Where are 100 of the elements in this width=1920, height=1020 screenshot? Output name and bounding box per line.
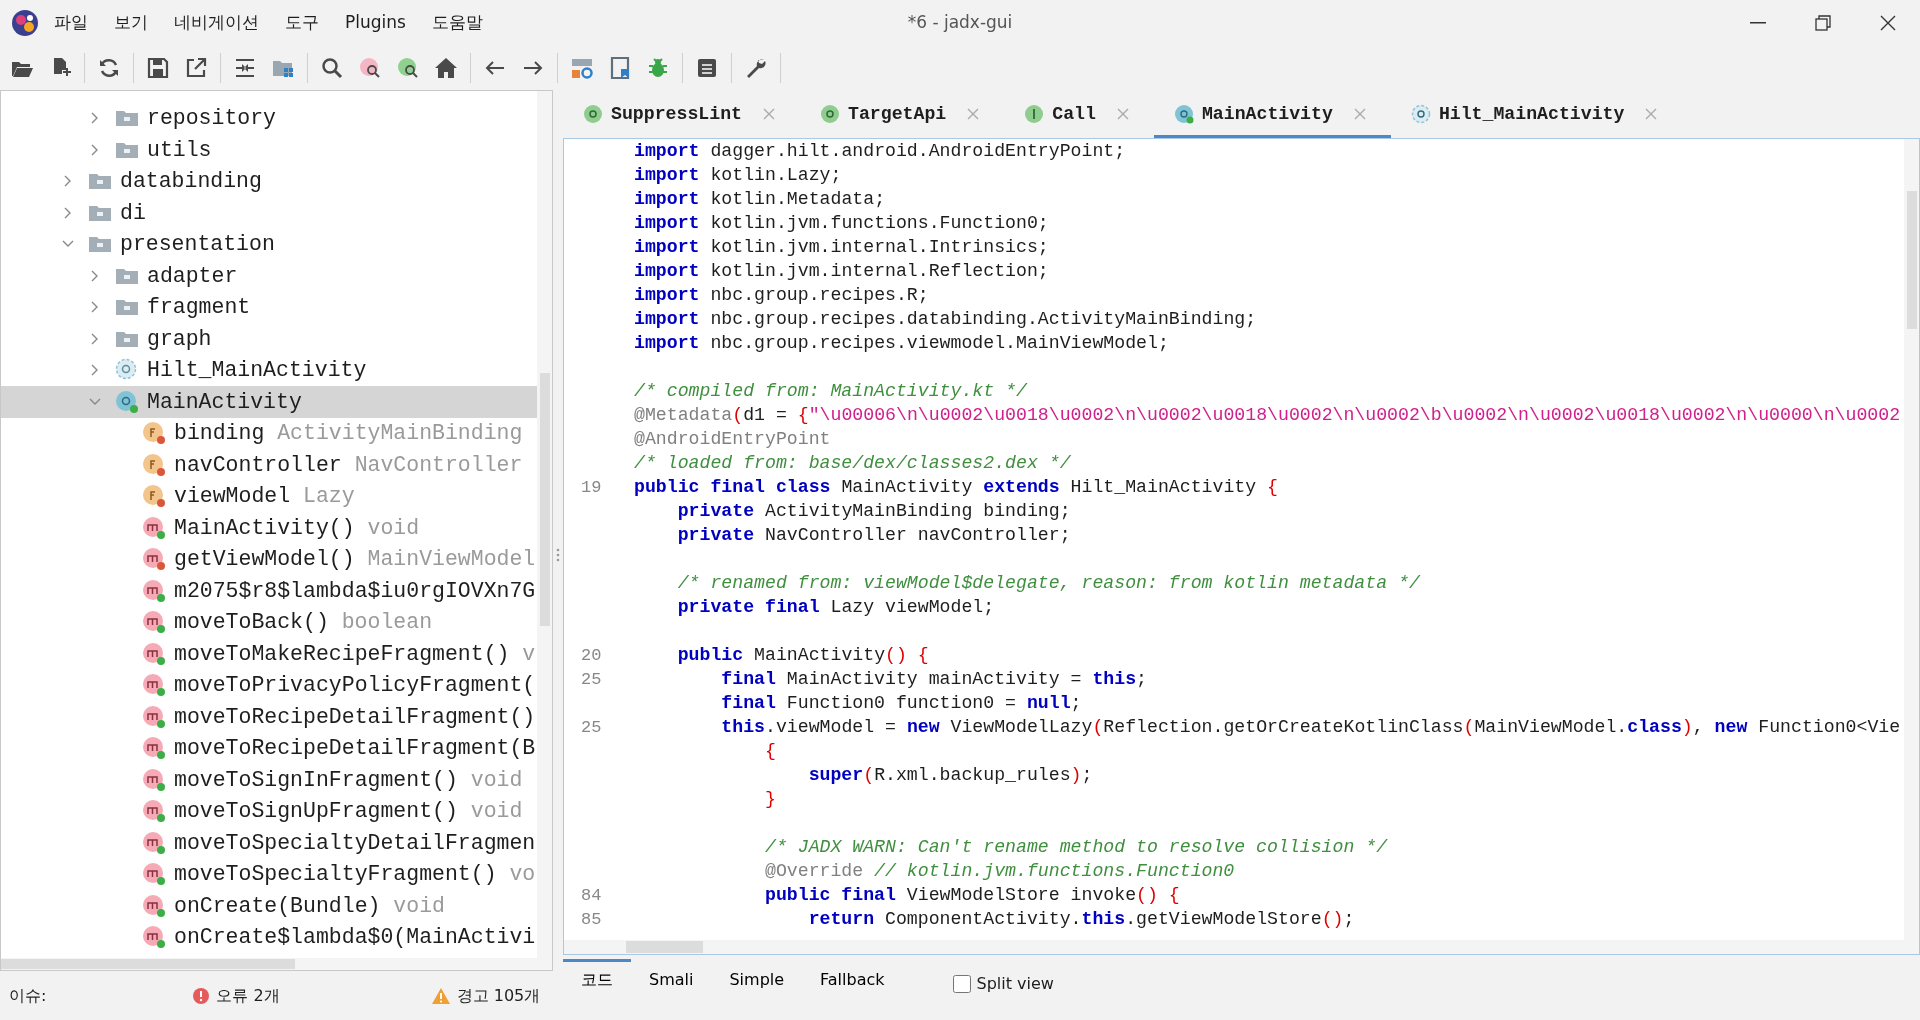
home-icon[interactable] bbox=[434, 55, 458, 80]
circle-search-icon[interactable] bbox=[396, 55, 420, 80]
file-tab[interactable]: SuppressLint bbox=[563, 90, 800, 138]
close-icon[interactable] bbox=[762, 107, 776, 121]
code-line: private ActivityMainBinding binding; bbox=[677, 500, 1071, 524]
tree-row[interactable]: MainActivity bbox=[1, 386, 537, 418]
tree-label: moveToSignUpFragment() bbox=[174, 798, 458, 826]
tree-row[interactable]: graph bbox=[1, 323, 537, 355]
view-tab[interactable]: Simple bbox=[711, 959, 803, 998]
close-icon[interactable] bbox=[1352, 107, 1367, 121]
tree-row[interactable]: adapter bbox=[1, 260, 537, 292]
circle-search-icon[interactable] bbox=[358, 55, 382, 80]
error-icon bbox=[192, 986, 211, 1005]
close-icon[interactable] bbox=[1644, 107, 1659, 121]
view-tab[interactable]: Smali bbox=[631, 959, 712, 998]
code-line: import dagger.hilt.android.AndroidEntryPoint; bbox=[634, 140, 1126, 164]
line-number: 25 bbox=[581, 669, 602, 692]
code-line: this.viewModel = new ViewModelLazy(Reflection.getOrCreateKotlinClass(MainViewModel.class), new Function0<Vie bbox=[721, 716, 1901, 740]
tree-row[interactable]: moveToMakeRecipeFragment() v bbox=[1, 638, 537, 670]
search-icon[interactable] bbox=[320, 55, 344, 80]
warning-icon bbox=[430, 986, 451, 1005]
code-line: @Metadata(d1 = {"\u00006\n\u0002\u0018\u0002\n\u0002\u0018\u0002\n\u0002\b\u0002\n\u0002\u0018\u0002\n\u0000\n\u0002 bbox=[634, 404, 1901, 428]
tree-row[interactable]: m2075$r8$lambda$iu0rgIOVXn7G bbox=[1, 575, 537, 607]
view-tab[interactable]: 코드 bbox=[563, 959, 631, 998]
tree-row[interactable]: moveToSpecialtyDetailFragmen bbox=[1, 827, 537, 859]
method-icon bbox=[142, 641, 166, 666]
member-type: ActivityMainBinding bbox=[277, 420, 523, 448]
view-tab[interactable]: Fallback bbox=[802, 959, 903, 998]
close-icon[interactable] bbox=[966, 107, 981, 121]
tree-row[interactable]: di bbox=[1, 197, 537, 229]
folder-icon bbox=[115, 108, 139, 129]
tree-row[interactable]: moveToSignInFragment() void bbox=[1, 764, 537, 796]
bug-icon[interactable] bbox=[646, 55, 670, 80]
line-number: 25 bbox=[581, 717, 602, 740]
close-icon[interactable] bbox=[1115, 107, 1130, 121]
tree-label: MainActivity() bbox=[174, 514, 355, 542]
file-tab[interactable]: Call bbox=[1004, 90, 1154, 138]
code-line: import kotlin.jvm.functions.Function0; bbox=[634, 212, 1049, 236]
error-count: 오류 2개 bbox=[216, 984, 280, 1007]
tree-row[interactable]: moveToSpecialtyFragment() vo bbox=[1, 858, 537, 890]
tree-label: adapter bbox=[147, 262, 238, 290]
member-type: v bbox=[522, 640, 536, 668]
tree-label: moveToBack() bbox=[174, 609, 329, 637]
code-line: private final Lazy viewModel; bbox=[677, 596, 995, 620]
tree-row[interactable]: moveToRecipeDetailFragment() bbox=[1, 701, 537, 733]
menu-item[interactable]: 네비게이션 bbox=[162, 5, 271, 40]
file-tab[interactable]: Hilt_MainActivity bbox=[1390, 90, 1683, 138]
window-title: *6 - jadx-gui bbox=[907, 10, 1013, 34]
tree-row[interactable]: getViewModel() MainViewModel bbox=[1, 543, 537, 575]
tree-row[interactable]: presentation bbox=[1, 228, 537, 260]
tree-row[interactable]: repository bbox=[1, 102, 537, 134]
checkbox-label: Split view bbox=[976, 972, 1054, 995]
tree-row[interactable]: viewModel Lazy bbox=[1, 480, 537, 512]
tree-label: moveToPrivacyPolicyFragment( bbox=[174, 672, 536, 700]
tree-row[interactable]: fragment bbox=[1, 291, 537, 323]
export-icon[interactable] bbox=[184, 55, 208, 80]
field-icon bbox=[142, 484, 166, 509]
tree-row[interactable]: navController NavController bbox=[1, 449, 537, 481]
menu-item[interactable]: Plugins bbox=[333, 5, 418, 40]
tree-row[interactable]: moveToBack() boolean bbox=[1, 606, 537, 638]
splitter-handle-icon[interactable] bbox=[556, 548, 560, 562]
file-tab[interactable]: TargetApi bbox=[800, 90, 1005, 138]
tree-row[interactable]: binding ActivityMainBinding bbox=[1, 417, 537, 449]
method-icon bbox=[142, 830, 166, 855]
issues-label: 이슈: bbox=[9, 984, 47, 1007]
menu-item[interactable]: 도움말 bbox=[419, 5, 495, 40]
tree-row[interactable]: Hilt_MainActivity bbox=[1, 354, 537, 386]
scrollbar-thumb[interactable] bbox=[540, 373, 550, 626]
tree-label: moveToSpecialtyFragment() bbox=[174, 861, 497, 889]
tree-row[interactable]: onCreate$lambda$0(MainActivi bbox=[1, 921, 537, 953]
member-type: NavController bbox=[354, 451, 523, 479]
tree-row[interactable]: MainActivity() void bbox=[1, 512, 537, 544]
tree-row[interactable]: moveToRecipeDetailFragment(B bbox=[1, 732, 537, 764]
field-icon bbox=[142, 452, 166, 477]
code-line: final Function0 function0 = null; bbox=[721, 692, 1082, 716]
menu-item[interactable]: 보기 bbox=[102, 5, 160, 40]
app-logo-icon bbox=[10, 7, 40, 38]
tree-row[interactable]: utils bbox=[1, 134, 537, 166]
scrollbar-thumb[interactable] bbox=[1907, 191, 1917, 329]
tree-row[interactable]: moveToPrivacyPolicyFragment( bbox=[1, 669, 537, 701]
bookmark-page-icon[interactable] bbox=[608, 55, 632, 80]
tree-label: onCreate$lambda$0(MainActivi bbox=[174, 924, 536, 952]
tree-label: graph bbox=[147, 325, 212, 353]
code-line: public final class MainActivity extends Hilt_MainActivity { bbox=[634, 476, 1278, 500]
menu-item[interactable]: 파일 bbox=[42, 5, 100, 40]
code-line: public MainActivity() { bbox=[677, 644, 929, 668]
tree-row[interactable]: databinding bbox=[1, 165, 537, 197]
interface-icon bbox=[1024, 104, 1045, 124]
code-line: import kotlin.Metadata; bbox=[634, 188, 886, 212]
folder-icon bbox=[115, 297, 139, 318]
split-view-checkbox[interactable] bbox=[952, 974, 971, 993]
scrollbar-thumb[interactable] bbox=[1, 959, 295, 969]
tree-row[interactable]: moveToSignUpFragment() void bbox=[1, 795, 537, 827]
scrollbar-thumb[interactable] bbox=[626, 941, 703, 953]
method-icon bbox=[142, 736, 166, 761]
save-icon[interactable] bbox=[146, 55, 170, 80]
menu-item[interactable]: 도구 bbox=[273, 5, 331, 40]
tree-label: binding bbox=[174, 420, 265, 448]
tree-label: moveToRecipeDetailFragment(B bbox=[174, 735, 536, 763]
tree-row[interactable]: onCreate(Bundle) void bbox=[1, 890, 537, 922]
